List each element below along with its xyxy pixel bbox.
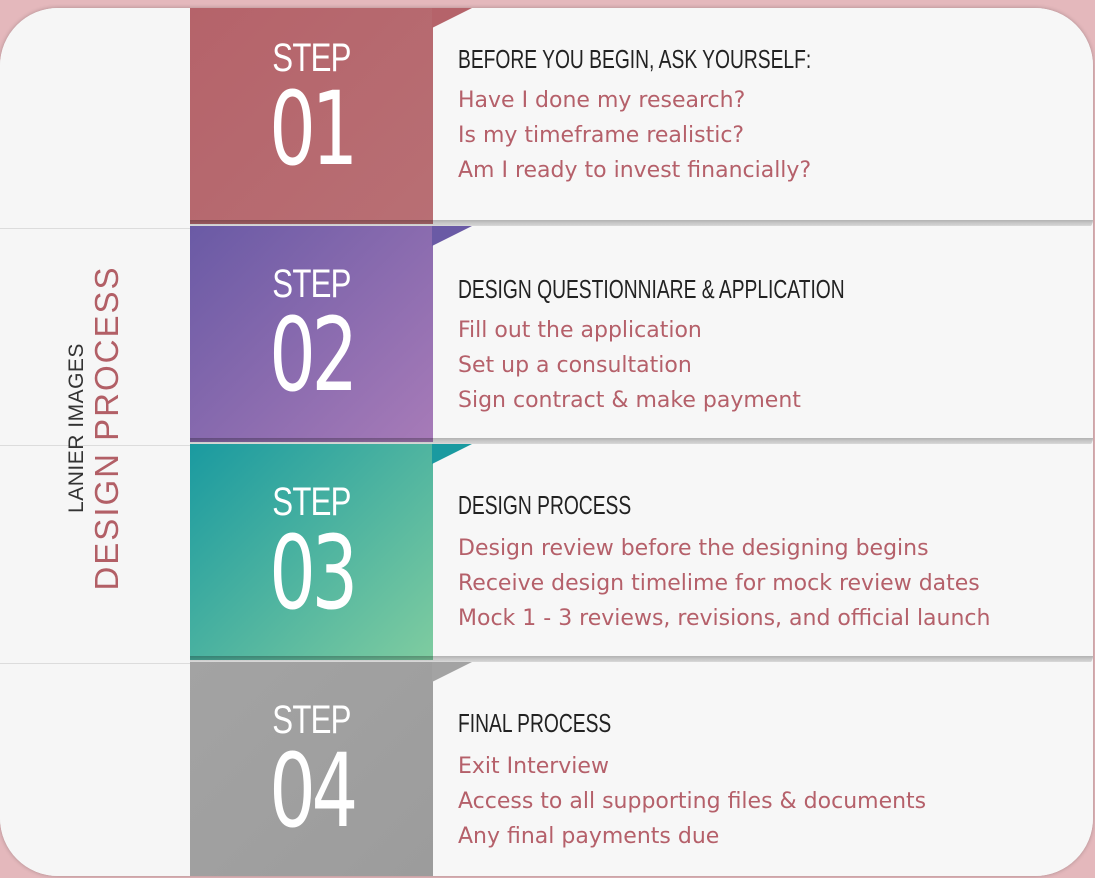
step-item: Sign contract & make payment — [458, 388, 801, 413]
step-number: 02 — [269, 296, 358, 415]
step-panel — [433, 8, 1093, 224]
step-heading: DESIGN PROCESS — [458, 490, 632, 520]
step-item: Have I done my research? — [458, 88, 746, 113]
step-item: Design review before the designing begin… — [458, 536, 929, 561]
sidebar-subtitle: LANIER IMAGES — [65, 343, 88, 513]
process-card: LANIER IMAGES DESIGN PROCESS STEP 01 BEF… — [0, 8, 1093, 876]
step-row-1: STEP 01 BEFORE YOU BEGIN, ASK YOURSELF: … — [190, 8, 1093, 230]
step-number: 01 — [269, 70, 358, 189]
sidebar-title: DESIGN PROCESS — [88, 265, 125, 591]
step-row-2: STEP 02 DESIGN QUESTIONNIARE & APPLICATI… — [190, 226, 1093, 448]
step-item: Exit Interview — [458, 754, 609, 779]
step-item: Access to all supporting files & documen… — [458, 789, 927, 814]
sidebar-divider — [0, 228, 190, 229]
step-item: Any final payments due — [458, 824, 720, 849]
step-item: Fill out the application — [458, 318, 702, 343]
step-item: Mock 1 - 3 reviews, revisions, and offic… — [458, 606, 991, 631]
step-item: Is my timeframe realistic? — [458, 123, 745, 148]
sidebar: LANIER IMAGES DESIGN PROCESS — [0, 8, 190, 876]
sidebar-divider — [0, 663, 190, 664]
step-item: Set up a consultation — [458, 353, 692, 378]
step-item: Receive design timelime for mock review … — [458, 571, 980, 596]
step-item: Am I ready to invest financially? — [458, 158, 812, 183]
step-heading: BEFORE YOU BEGIN, ASK YOURSELF: — [458, 44, 812, 74]
step-number: 04 — [269, 732, 358, 851]
step-row-3: STEP 03 DESIGN PROCESS Design review bef… — [190, 444, 1093, 666]
step-number: 03 — [269, 514, 358, 633]
step-heading: DESIGN QUESTIONNIARE & APPLICATION — [458, 274, 845, 304]
step-row-4: STEP 04 FINAL PROCESS Exit Interview Acc… — [190, 662, 1093, 876]
step-heading: FINAL PROCESS — [458, 708, 612, 738]
sidebar-title-block: LANIER IMAGES DESIGN PROCESS — [65, 265, 125, 590]
